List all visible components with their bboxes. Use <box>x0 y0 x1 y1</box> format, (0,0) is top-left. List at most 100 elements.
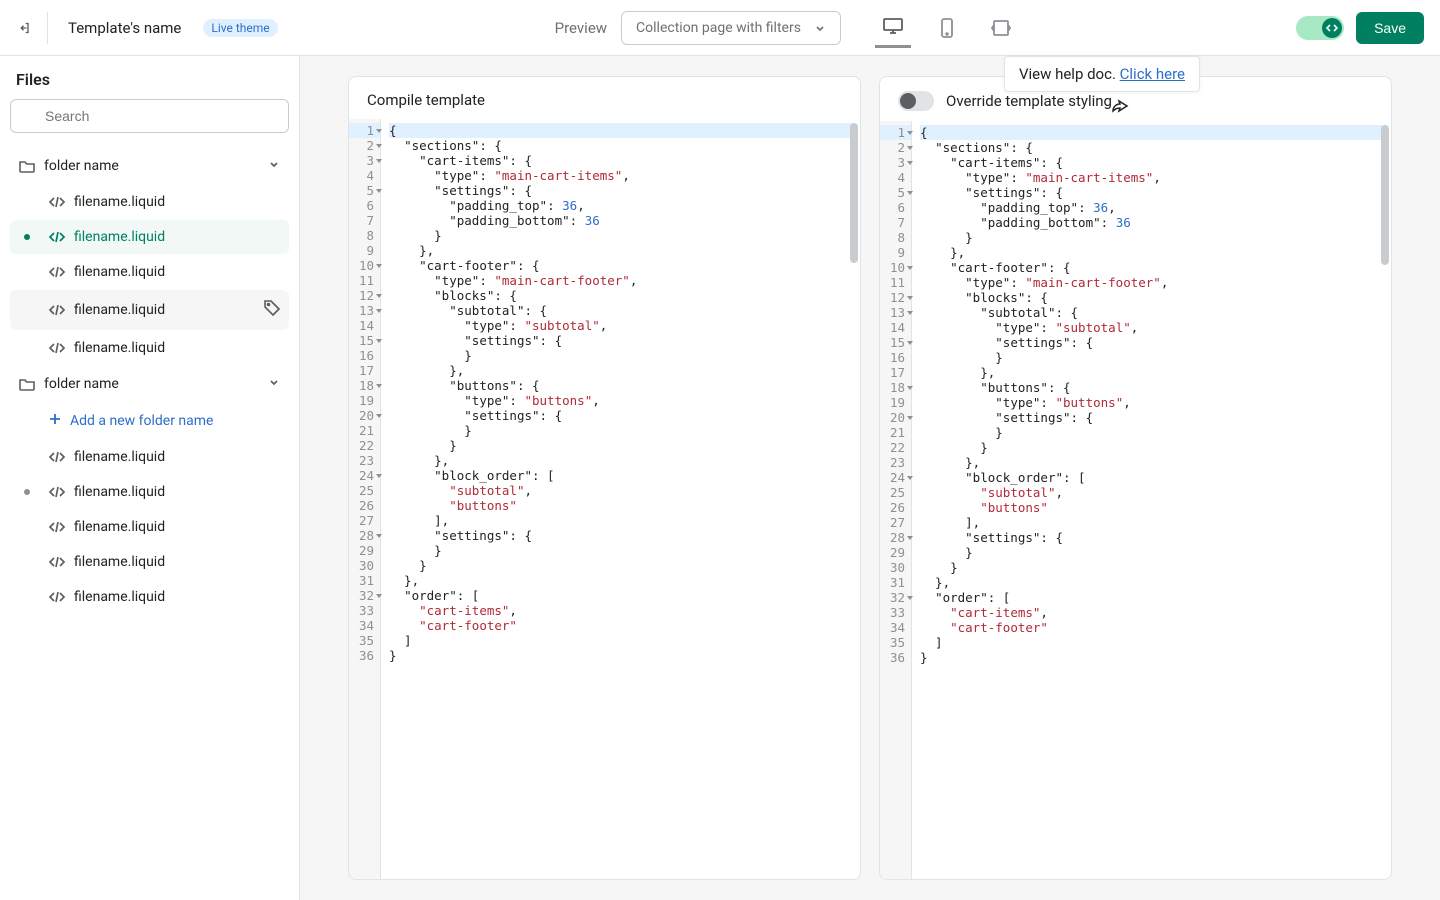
code-line[interactable]: "subtotal", <box>920 485 1383 500</box>
add-folder-button[interactable]: Add a new folder name <box>10 403 289 439</box>
file-item[interactable]: filename.liquid <box>10 255 289 289</box>
code-line[interactable]: "cart-items": { <box>920 155 1383 170</box>
file-item[interactable]: filename.liquid <box>10 545 289 579</box>
code-line[interactable]: } <box>389 423 852 438</box>
code-line[interactable]: "blocks": { <box>389 288 852 303</box>
code-line[interactable]: } <box>920 425 1383 440</box>
code-line[interactable]: "order": [ <box>920 590 1383 605</box>
code-line[interactable]: } <box>920 440 1383 455</box>
code-line[interactable]: }, <box>389 453 852 468</box>
code-line[interactable]: "subtotal", <box>389 483 852 498</box>
code-line[interactable]: "buttons": { <box>920 380 1383 395</box>
code-line[interactable]: "cart-items", <box>920 605 1383 620</box>
file-item[interactable]: filename.liquid <box>10 580 289 614</box>
code-line[interactable]: "cart-items": { <box>389 153 852 168</box>
scrollbar[interactable] <box>850 123 858 303</box>
code-line[interactable]: "buttons" <box>389 498 852 513</box>
code-line[interactable]: }, <box>389 573 852 588</box>
folder-item[interactable]: folder name <box>10 366 289 402</box>
code-line[interactable]: } <box>920 545 1383 560</box>
code-line[interactable]: "sections": { <box>920 140 1383 155</box>
file-item[interactable]: filename.liquid <box>10 440 289 474</box>
code-line[interactable]: } <box>389 558 852 573</box>
code-line[interactable]: { <box>389 123 852 138</box>
code-line[interactable]: }, <box>920 365 1383 380</box>
code-line[interactable]: "padding_bottom": 36 <box>920 215 1383 230</box>
fullwidth-icon[interactable] <box>983 8 1019 48</box>
file-item[interactable]: filename.liquid <box>10 220 289 254</box>
code-area[interactable]: { "sections": { "cart-items": { "type": … <box>381 119 860 879</box>
file-item[interactable]: filename.liquid <box>10 510 289 544</box>
save-button[interactable]: Save <box>1356 12 1424 44</box>
left-editor[interactable]: 1234567891011121314151617181920212223242… <box>349 119 860 879</box>
code-line[interactable]: "type": "main-cart-footer", <box>389 273 852 288</box>
code-line[interactable]: "block_order": [ <box>389 468 852 483</box>
folder-item[interactable]: folder name <box>10 148 289 184</box>
file-item[interactable]: filename.liquid <box>10 185 289 219</box>
code-line[interactable]: ] <box>920 635 1383 650</box>
back-button[interactable] <box>16 12 48 44</box>
code-line[interactable]: "cart-footer" <box>920 620 1383 635</box>
code-line[interactable]: "cart-footer": { <box>920 260 1383 275</box>
code-line[interactable]: ], <box>920 515 1383 530</box>
code-line[interactable]: "subtotal": { <box>920 305 1383 320</box>
code-line[interactable]: }, <box>920 245 1383 260</box>
code-line[interactable]: "settings": { <box>389 333 852 348</box>
file-item[interactable]: filename.liquid <box>10 475 289 509</box>
code-line[interactable]: } <box>920 560 1383 575</box>
code-line[interactable]: "type": "buttons", <box>920 395 1383 410</box>
file-item[interactable]: filename.liquid <box>10 331 289 365</box>
code-line[interactable]: "buttons" <box>920 500 1383 515</box>
code-line[interactable]: "buttons": { <box>389 378 852 393</box>
code-line[interactable]: "padding_top": 36, <box>920 200 1383 215</box>
code-line[interactable]: "type": "main-cart-footer", <box>920 275 1383 290</box>
code-line[interactable]: }, <box>389 243 852 258</box>
code-line[interactable]: "type": "main-cart-items", <box>920 170 1383 185</box>
code-line[interactable]: } <box>389 228 852 243</box>
code-line[interactable]: { <box>920 125 1383 140</box>
code-line[interactable]: } <box>920 230 1383 245</box>
code-line[interactable]: "sections": { <box>389 138 852 153</box>
code-line[interactable]: "settings": { <box>920 185 1383 200</box>
code-line[interactable]: ], <box>389 513 852 528</box>
code-line[interactable]: } <box>920 350 1383 365</box>
code-line[interactable]: "cart-footer": { <box>389 258 852 273</box>
code-line[interactable]: "type": "buttons", <box>389 393 852 408</box>
code-line[interactable]: "settings": { <box>389 408 852 423</box>
page-dropdown[interactable]: Collection page with filters <box>621 11 841 45</box>
code-line[interactable]: "order": [ <box>389 588 852 603</box>
code-line[interactable]: "settings": { <box>389 183 852 198</box>
scrollbar[interactable] <box>1381 125 1389 305</box>
help-link[interactable]: Click here <box>1120 65 1185 83</box>
code-line[interactable]: }, <box>389 363 852 378</box>
code-area[interactable]: { "sections": { "cart-items": { "type": … <box>912 121 1391 879</box>
tag-icon[interactable] <box>263 299 281 321</box>
desktop-icon[interactable] <box>875 8 911 48</box>
code-line[interactable]: "type": "subtotal", <box>389 318 852 333</box>
code-line[interactable]: } <box>920 650 1383 665</box>
code-toggle[interactable] <box>1296 16 1344 40</box>
code-line[interactable]: "settings": { <box>389 528 852 543</box>
code-line[interactable]: "blocks": { <box>920 290 1383 305</box>
code-line[interactable]: } <box>389 543 852 558</box>
code-line[interactable]: "type": "subtotal", <box>920 320 1383 335</box>
right-editor[interactable]: 1234567891011121314151617181920212223242… <box>880 121 1391 879</box>
file-item[interactable]: filename.liquid <box>10 290 289 330</box>
code-line[interactable]: }, <box>920 575 1383 590</box>
code-line[interactable]: "cart-items", <box>389 603 852 618</box>
code-line[interactable]: ] <box>389 633 852 648</box>
code-line[interactable]: } <box>389 348 852 363</box>
code-line[interactable]: } <box>389 648 852 663</box>
code-line[interactable]: "cart-footer" <box>389 618 852 633</box>
search-input[interactable] <box>10 99 289 133</box>
code-line[interactable]: "type": "main-cart-items", <box>389 168 852 183</box>
mobile-icon[interactable] <box>929 8 965 48</box>
code-line[interactable]: "settings": { <box>920 530 1383 545</box>
code-line[interactable]: }, <box>920 455 1383 470</box>
code-line[interactable]: "settings": { <box>920 410 1383 425</box>
code-line[interactable]: "settings": { <box>920 335 1383 350</box>
code-line[interactable]: "subtotal": { <box>389 303 852 318</box>
code-line[interactable]: "padding_bottom": 36 <box>389 213 852 228</box>
override-toggle[interactable] <box>898 91 934 111</box>
code-line[interactable]: } <box>389 438 852 453</box>
